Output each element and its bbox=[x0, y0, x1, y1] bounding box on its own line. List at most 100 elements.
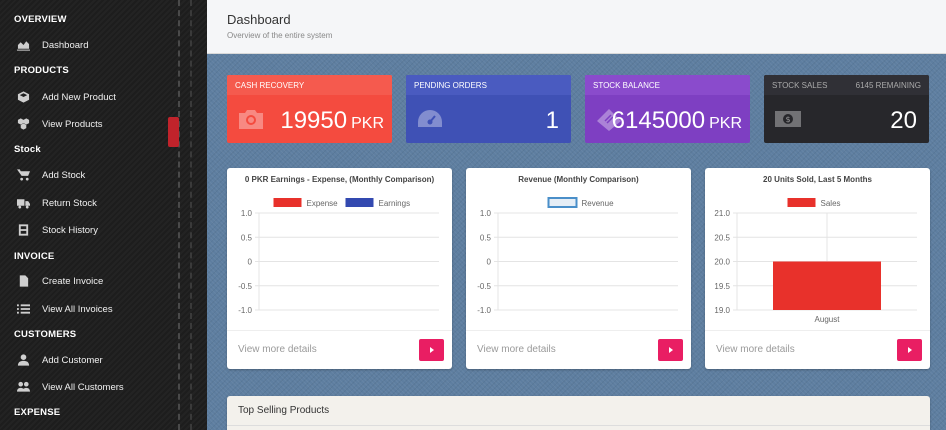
stitch-decoration bbox=[190, 0, 192, 430]
y-tick-label: 0 bbox=[248, 258, 253, 267]
y-tick-label: -0.5 bbox=[477, 282, 491, 291]
chevron-right-icon bbox=[429, 347, 434, 353]
legend-label: Expense bbox=[307, 199, 339, 208]
stat-unit: PKR bbox=[709, 115, 742, 132]
file-icon bbox=[16, 275, 30, 287]
stat-card-pending-orders[interactable]: PENDING ORDERS 1 bbox=[406, 75, 571, 143]
view-more-button[interactable] bbox=[658, 339, 683, 361]
sidebar-item-label: Add New Product bbox=[42, 91, 116, 103]
y-tick-label: 19.5 bbox=[714, 282, 730, 291]
view-more-button[interactable] bbox=[419, 339, 444, 361]
sidebar: OVERVIEW Dashboard PRODUCTS Add New Prod… bbox=[0, 0, 207, 430]
y-tick-label: -1.0 bbox=[477, 306, 491, 315]
bar bbox=[773, 261, 881, 310]
sidebar-section-invoice: INVOICE bbox=[14, 251, 55, 262]
dashboard-gauge-icon bbox=[416, 107, 444, 131]
legend-label: Sales bbox=[821, 199, 841, 208]
stat-label: CASH RECOVERY bbox=[235, 81, 305, 90]
legend-swatch bbox=[273, 198, 302, 207]
y-tick-label: 1.0 bbox=[241, 209, 253, 218]
chart-title: 0 PKR Earnings - Expense, (Monthly Compa… bbox=[244, 175, 435, 184]
view-more-button[interactable] bbox=[897, 339, 922, 361]
panel-title: Top Selling Products bbox=[238, 405, 330, 416]
sidebar-item-return-stock[interactable]: Return Stock bbox=[16, 193, 97, 213]
y-tick-label: 19.0 bbox=[714, 306, 730, 315]
y-tick-label: 1.0 bbox=[480, 209, 492, 218]
camera-icon bbox=[237, 107, 265, 131]
page-header: Dashboard Overview of the entire system bbox=[207, 0, 946, 54]
stitch-decoration bbox=[178, 0, 180, 430]
truck-icon bbox=[16, 197, 30, 209]
stat-value: 6145000 bbox=[611, 107, 706, 134]
sidebar-item-create-invoice[interactable]: Create Invoice bbox=[16, 271, 103, 291]
stat-unit: PKR bbox=[351, 115, 384, 132]
chart-title: 20 Units Sold, Last 5 Months bbox=[763, 175, 872, 184]
y-tick-label: -0.5 bbox=[238, 282, 252, 291]
legend-swatch bbox=[345, 198, 374, 207]
units-sold-chart: Sales 21.0 20.5 20.0 19.5 19.0 August bbox=[714, 198, 917, 324]
legend-label: Revenue bbox=[582, 199, 615, 208]
sidebar-item-label: Dashboard bbox=[42, 39, 89, 51]
stat-card-stock-sales[interactable]: STOCK SALES 6145 REMAINING $ 20 bbox=[764, 75, 929, 143]
sidebar-item-label: View All Invoices bbox=[42, 303, 113, 315]
cubes-icon bbox=[16, 118, 30, 130]
stat-card-cash-recovery[interactable]: CASH RECOVERY 19950 PKR bbox=[227, 75, 392, 143]
revenue-chart: Revenue 1.0 0.5 0 -0.5 -1.0 bbox=[477, 197, 678, 315]
sidebar-item-stock-history[interactable]: Stock History bbox=[16, 220, 98, 240]
legend-swatch bbox=[547, 197, 578, 208]
chart-card-earnings-expense: 0 PKR Earnings - Expense, (Monthly Compa… bbox=[227, 168, 452, 369]
list-icon bbox=[16, 303, 30, 315]
sidebar-item-add-customer[interactable]: Add Customer bbox=[16, 350, 103, 370]
stat-extra: 6145 REMAINING bbox=[855, 81, 921, 90]
chart-card-units-sold: 20 Units Sold, Last 5 Months Sales 21.0 20… bbox=[705, 168, 930, 369]
chevron-right-icon bbox=[668, 347, 673, 353]
stat-label: STOCK BALANCE bbox=[593, 81, 660, 90]
sidebar-item-label: Add Customer bbox=[42, 354, 103, 366]
money-icon: $ bbox=[774, 107, 802, 131]
sidebar-section-overview: OVERVIEW bbox=[14, 14, 67, 25]
chart-card-revenue: Revenue (Monthly Comparison) Revenue 1.0 0… bbox=[466, 168, 691, 369]
stat-value: 19950 bbox=[280, 107, 348, 134]
sidebar-item-label: Add Stock bbox=[42, 169, 86, 181]
stat-value: 20 bbox=[890, 107, 917, 134]
sidebar-section-products: PRODUCTS bbox=[14, 65, 69, 76]
sidebar-item-view-all-invoices[interactable]: View All Invoices bbox=[16, 299, 113, 319]
stat-value: 1 bbox=[545, 107, 559, 134]
y-tick-label: 20.5 bbox=[714, 233, 730, 242]
users-icon bbox=[16, 381, 30, 393]
chevron-right-icon bbox=[907, 347, 912, 353]
stat-card-stock-balance[interactable]: STOCK BALANCE 6145000 PKR bbox=[585, 75, 750, 143]
leather-tag-decoration bbox=[168, 117, 179, 147]
history-icon bbox=[16, 224, 30, 236]
x-tick-label: August bbox=[815, 315, 841, 324]
view-more-details-link[interactable]: View more details bbox=[716, 344, 795, 355]
legend-label: Earnings bbox=[379, 199, 411, 208]
cube-icon bbox=[16, 91, 30, 103]
sidebar-item-view-all-customers[interactable]: View All Customers bbox=[16, 377, 124, 397]
sidebar-item-dashboard[interactable]: Dashboard bbox=[16, 35, 88, 55]
y-tick-label: 0.5 bbox=[241, 233, 253, 242]
y-tick-label: 0.5 bbox=[480, 233, 492, 242]
sidebar-item-label: Stock History bbox=[42, 224, 98, 236]
area-chart-icon bbox=[16, 39, 30, 51]
chart-title: Revenue (Monthly Comparison) bbox=[518, 175, 639, 184]
svg-text:$: $ bbox=[785, 115, 790, 124]
earnings-expense-chart: Expense Earnings 1.0 0.5 0 -0.5 -1.0 bbox=[238, 198, 439, 315]
stat-label: STOCK SALES bbox=[772, 81, 828, 90]
view-more-details-link[interactable]: View more details bbox=[477, 344, 556, 355]
y-tick-label: 0 bbox=[487, 258, 492, 267]
top-selling-products-panel: Top Selling Products bbox=[227, 396, 930, 430]
cart-icon bbox=[16, 169, 30, 181]
sidebar-item-add-stock[interactable]: Add Stock bbox=[16, 165, 85, 185]
sidebar-item-add-new-product[interactable]: Add New Product bbox=[16, 87, 116, 107]
page-title: Dashboard bbox=[227, 12, 291, 27]
view-more-details-link[interactable]: View more details bbox=[238, 344, 317, 355]
legend-swatch bbox=[787, 198, 816, 207]
sidebar-item-label: Create Invoice bbox=[42, 275, 104, 287]
sidebar-item-label: View Products bbox=[42, 118, 103, 130]
sidebar-section-stock: Stock bbox=[14, 144, 41, 155]
sidebar-section-expense: EXPENSE bbox=[14, 407, 61, 418]
panel-divider bbox=[227, 425, 930, 426]
sidebar-item-label: Return Stock bbox=[42, 197, 97, 209]
sidebar-item-view-products[interactable]: View Products bbox=[16, 114, 103, 134]
